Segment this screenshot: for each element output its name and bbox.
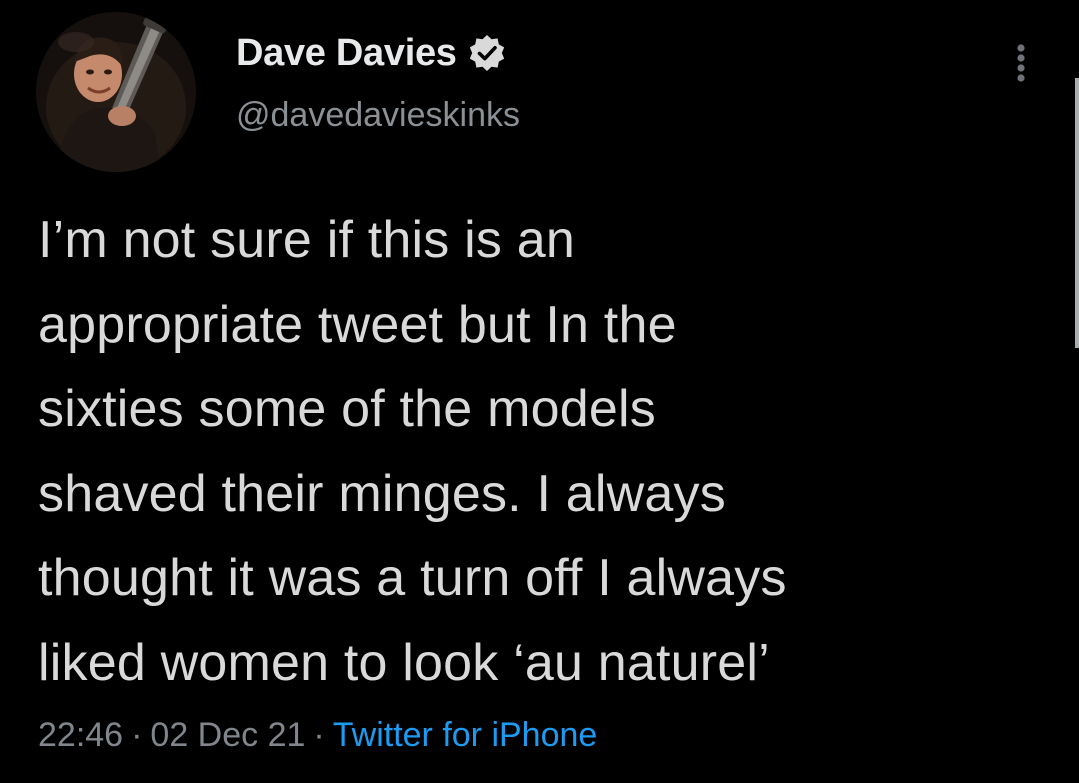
verified-badge-icon <box>467 33 507 73</box>
avatar-photo <box>36 12 196 172</box>
author-avatar[interactable] <box>36 12 196 172</box>
tweet-card: Dave Davies @davedavieskinks I’m not sur… <box>0 0 1079 783</box>
meta-separator: · <box>313 716 325 754</box>
author-handle[interactable]: @davedavieskinks <box>236 96 520 135</box>
scroll-indicator <box>1075 78 1079 348</box>
tweet-meta: 22:46 · 02 Dec 21 · Twitter for iPhone <box>38 716 597 755</box>
author-name-row[interactable]: Dave Davies <box>236 28 507 78</box>
meta-separator: · <box>131 716 143 754</box>
tweet-time[interactable]: 22:46 <box>38 716 123 755</box>
more-vertical-icon[interactable] <box>1006 36 1036 96</box>
tweet-date[interactable]: 02 Dec 21 <box>150 716 305 755</box>
tweet-body-text: I’m not sure if this is an appropriate t… <box>38 211 787 692</box>
tweet-source-link[interactable]: Twitter for iPhone <box>333 716 598 755</box>
author-display-name[interactable]: Dave Davies <box>236 32 457 75</box>
